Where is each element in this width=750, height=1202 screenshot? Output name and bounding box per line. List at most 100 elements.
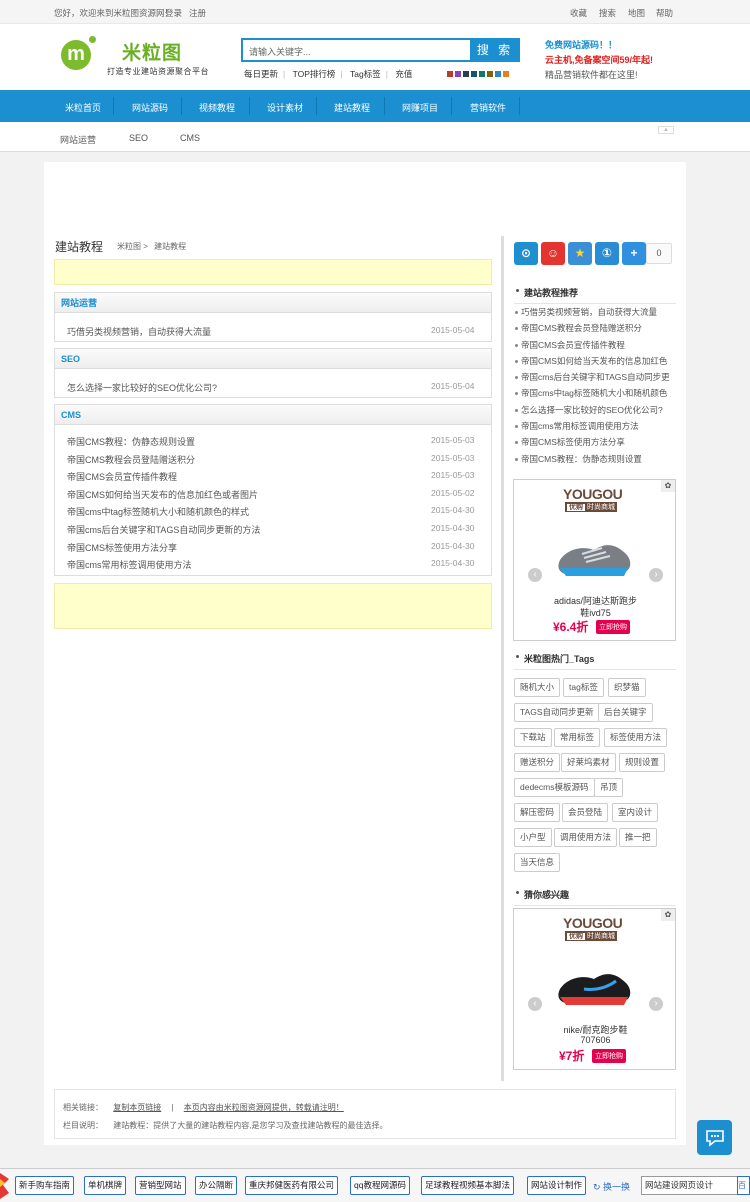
- subnav-item-operation[interactable]: 网站运营: [60, 133, 96, 146]
- tag-item[interactable]: 调用使用方法: [554, 828, 618, 847]
- bottom-search-input[interactable]: 网站建设网页设计: [641, 1176, 738, 1195]
- color-swatch[interactable]: [447, 71, 453, 77]
- favorite-link[interactable]: 收藏: [570, 7, 587, 19]
- list-item[interactable]: 帝国CMS标签使用方法分享: [514, 436, 676, 452]
- tag-item[interactable]: 吊顶: [594, 778, 624, 797]
- help-link[interactable]: 帮助: [656, 7, 673, 19]
- promo-free-source[interactable]: 免费网站源码！！: [545, 38, 617, 51]
- tag-item[interactable]: 织梦猫: [608, 678, 646, 697]
- tag-item[interactable]: 会员登陆: [562, 803, 609, 822]
- color-swatch[interactable]: [463, 71, 469, 77]
- bottom-link[interactable]: 新手购车指南: [15, 1176, 75, 1195]
- ad-buy-button[interactable]: 立即抢购: [592, 1049, 626, 1063]
- hotlink-top[interactable]: TOP排行榜: [293, 69, 336, 79]
- color-swatch[interactable]: [479, 71, 485, 77]
- section-title[interactable]: 网站运营: [55, 293, 491, 313]
- tag-item[interactable]: 下载站: [514, 728, 552, 747]
- tag-item[interactable]: 随机大小: [514, 678, 561, 697]
- section-title[interactable]: SEO: [55, 349, 491, 369]
- list-item[interactable]: 帝国CMS会员宣传插件教程: [514, 339, 676, 355]
- qzone-share-icon[interactable]: ⊙: [514, 242, 538, 265]
- bottom-link[interactable]: 足球教程视频基本脚法: [421, 1176, 515, 1195]
- nav-item-tutorial[interactable]: 建站教程: [334, 101, 370, 114]
- list-item[interactable]: 帝国CMS教程：伪静态规则设置: [514, 453, 676, 469]
- tag-item[interactable]: 常用标签: [554, 728, 601, 747]
- promo-software[interactable]: 精品营销软件都在这里!: [545, 68, 638, 81]
- logo-icon[interactable]: m: [61, 40, 91, 70]
- color-swatch[interactable]: [471, 71, 477, 77]
- tag-item[interactable]: dedecms模板源码: [514, 778, 595, 797]
- swap-button[interactable]: ↻ 换一换: [593, 1180, 630, 1193]
- copyright-link[interactable]: 本页内容由米粒图资源网提供，转载请注明！: [184, 1103, 344, 1112]
- ad-next-arrow[interactable]: ›: [649, 997, 663, 1011]
- hotlink-recharge[interactable]: 充值: [395, 69, 412, 79]
- tag-item[interactable]: tag标签: [563, 678, 604, 697]
- bottom-link[interactable]: 办公隔断: [195, 1176, 238, 1195]
- list-item[interactable]: 帝国CMS会员宣传插件教程 2015-05-03: [55, 466, 491, 484]
- list-item[interactable]: 帝国cms中tag标签随机大小和随机颜色: [514, 387, 676, 403]
- list-item[interactable]: 怎么选择一家比较好的SEO优化公司?: [514, 404, 676, 420]
- nav-item-design[interactable]: 设计素材: [267, 101, 303, 114]
- list-item[interactable]: 怎么选择一家比较好的SEO优化公司? 2015-05-04: [55, 377, 491, 395]
- logo-text[interactable]: 米粒图: [122, 38, 182, 65]
- list-item[interactable]: 帝国CMS标签使用方法分享 2015-04-30: [55, 537, 491, 555]
- color-swatch[interactable]: [503, 71, 509, 77]
- register-link[interactable]: 注册: [189, 7, 206, 19]
- renren-share-icon[interactable]: ①: [595, 242, 619, 265]
- ad-buy-button[interactable]: 立即抢购: [596, 620, 630, 634]
- nav-item-software[interactable]: 营销软件: [470, 101, 506, 114]
- login-link[interactable]: 登录: [165, 7, 182, 19]
- chat-icon[interactable]: [697, 1120, 732, 1155]
- breadcrumb-current[interactable]: 建站教程: [154, 242, 186, 251]
- bottom-link[interactable]: qq教程网源码: [350, 1176, 410, 1195]
- tag-item[interactable]: 小户型: [514, 828, 552, 847]
- list-item[interactable]: 帝国CMS如何给当天发布的信息加红色: [514, 355, 676, 371]
- list-item[interactable]: 巧借另类视频营销，自动获得大流量 2015-05-04: [55, 321, 491, 339]
- nav-item-video[interactable]: 视频教程: [199, 101, 235, 114]
- list-item[interactable]: 帝国CMS教程：伪静态规则设置 2015-05-03: [55, 431, 491, 449]
- list-item[interactable]: 帝国cms常用标签调用使用方法 2015-04-30: [55, 554, 491, 572]
- hotlink-daily[interactable]: 每日更新: [244, 69, 278, 79]
- ad-prev-arrow[interactable]: ‹: [528, 568, 542, 582]
- list-item[interactable]: 帝国CMS如何给当天发布的信息加红色或者图片 2015-05-02: [55, 484, 491, 502]
- copy-link[interactable]: 复制本页链接: [113, 1103, 161, 1112]
- tag-item[interactable]: 规则设置: [619, 753, 666, 772]
- nav-item-home[interactable]: 米粒首页: [65, 101, 101, 114]
- bottom-link[interactable]: 重庆邦健医药有限公司: [245, 1176, 339, 1195]
- tag-item[interactable]: 解压密码: [514, 803, 561, 822]
- product-ad-nike[interactable]: YOUGOU 优购 时尚商城 ✿ ‹ › nike/耐克跑步鞋 707606 ¥7…: [513, 908, 676, 1070]
- color-swatch[interactable]: [455, 71, 461, 77]
- nav-item-earn[interactable]: 网赚项目: [402, 101, 438, 114]
- bottom-link[interactable]: 网站设计制作: [527, 1176, 587, 1195]
- hotlink-tag[interactable]: Tag标签: [350, 69, 381, 79]
- list-item[interactable]: 帝国cms后台关键字和TAGS自动同步更新的方法 2015-04-30: [55, 519, 491, 537]
- tag-item[interactable]: 当天信息: [514, 853, 561, 872]
- search-input[interactable]: 请输入关键字...: [241, 38, 472, 62]
- product-ad-adidas[interactable]: YOUGOU 优购 时尚商城 ✿ ‹ › adidas/阿迪达斯跑步 鞋ivd75…: [513, 479, 676, 641]
- weibo-share-icon[interactable]: ☺: [541, 242, 565, 265]
- search-button[interactable]: 搜 索: [470, 38, 520, 62]
- list-item[interactable]: 帝国cms后台关键字和TAGS自动同步更: [514, 371, 676, 387]
- tag-item[interactable]: 后台关键字: [598, 703, 653, 722]
- more-share-icon[interactable]: +: [622, 242, 646, 265]
- collapse-toggle[interactable]: ▲: [658, 126, 674, 134]
- star-share-icon[interactable]: ★: [568, 242, 592, 265]
- section-title[interactable]: CMS: [55, 405, 491, 425]
- tag-item[interactable]: 室内设计: [612, 803, 659, 822]
- promo-cloud-host[interactable]: 云主机,免备案空间59/年起!: [545, 53, 653, 66]
- ad-prev-arrow[interactable]: ‹: [528, 997, 542, 1011]
- list-item[interactable]: 帝国CMS教程会员登陆赠送积分: [514, 322, 676, 338]
- bottom-link[interactable]: 单机棋牌: [84, 1176, 127, 1195]
- ad-next-arrow[interactable]: ›: [649, 568, 663, 582]
- list-item[interactable]: 帝国cms常用标签调用使用方法: [514, 420, 676, 436]
- nav-item-source[interactable]: 网站源码: [132, 101, 168, 114]
- subnav-item-cms[interactable]: CMS: [180, 133, 200, 143]
- breadcrumb-home[interactable]: 米粒图: [117, 242, 141, 251]
- bottom-search-button[interactable]: 百度: [737, 1176, 750, 1195]
- bottom-link[interactable]: 营销型网站: [135, 1176, 186, 1195]
- search-link[interactable]: 搜索: [599, 7, 616, 19]
- color-swatch[interactable]: [495, 71, 501, 77]
- map-link[interactable]: 地图: [628, 7, 645, 19]
- list-item[interactable]: 帝国CMS教程会员登陆赠送积分 2015-05-03: [55, 449, 491, 467]
- tag-item[interactable]: 赠送积分: [514, 753, 561, 772]
